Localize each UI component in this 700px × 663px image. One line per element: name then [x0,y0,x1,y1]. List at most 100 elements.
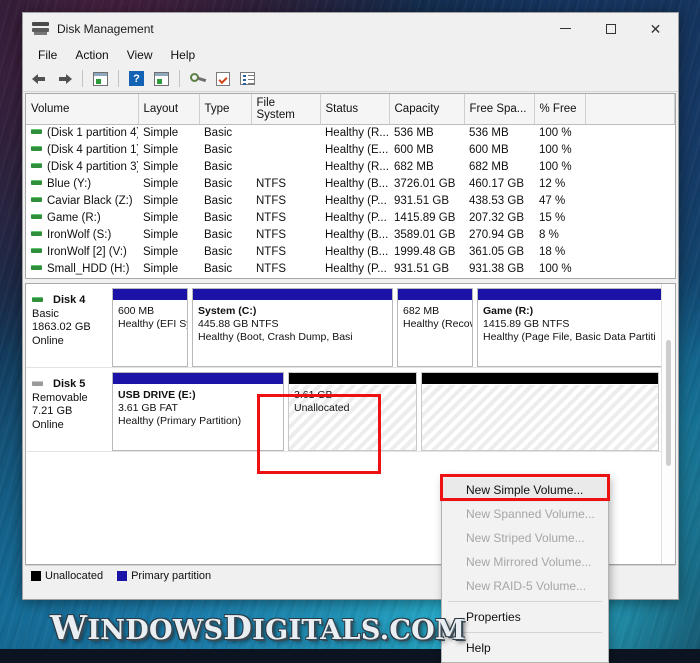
help-icon: ? [129,71,144,86]
disk-management-window: Disk Management ✕ File Action View Help … [22,12,679,663]
scrollbar-thumb[interactable] [666,340,671,466]
disk-state: Online [32,334,64,347]
menu-view[interactable]: View [118,46,162,64]
partition-size: 1415.89 GB NTFS [483,318,570,330]
unallocated-swatch-icon [31,570,41,581]
table-row[interactable]: (Disk 4 partition 3) Simple Basic Healthy (… [26,159,675,176]
cell-layout: Simple [143,263,179,275]
cell-file-system: NTFS [256,195,287,207]
table-row[interactable]: IronWolf (S:) Simple Basic NTFS Healthy (B..… [26,227,675,244]
disk-rows: Disk 4 Basic 1863.02 GB Online 600 MB Healthy… [26,284,675,452]
help-button[interactable]: ? [125,68,148,90]
partition-status: Healthy (Recov [403,318,472,330]
cell-layout: Simple [143,212,179,224]
cell-percent-free: 100 % [539,127,572,139]
cell-volume: (Disk 4 partition 3) [26,159,138,176]
forward-button[interactable] [53,68,76,90]
partition-color-bar [193,289,392,301]
cell-blank [585,142,675,159]
disk-state: Online [32,418,64,431]
table-row[interactable]: Blue (Y:) Simple Basic NTFS Healthy (B... 372… [26,176,675,193]
cell-status: Healthy (B... [325,178,389,190]
context-menu[interactable]: New Simple Volume... New Spanned Volume..… [441,475,609,663]
volume-icon [31,231,42,237]
partition-color-bar [113,289,187,301]
list-view-button[interactable] [236,68,259,90]
partition-details: 3.61 GB Unallocated [289,385,416,450]
cell-file-system: NTFS [256,229,287,241]
column-header-percent-free[interactable]: % Free [534,94,586,125]
table-row[interactable]: IronWolf [2] (V:) Simple Basic NTFS Healthy … [26,244,675,261]
back-button[interactable] [28,68,51,90]
cell-capacity: 536 MB [394,127,434,139]
rescan-disks-icon [154,71,169,86]
cell-free-space: 682 MB [469,161,509,173]
partition-block[interactable]: USB DRIVE (E:) 3.61 GB FAT Healthy (Primar… [112,372,284,451]
partition-unallocated[interactable]: 3.61 GB Unallocated [288,372,417,451]
cell-status: Healthy (P... [325,212,387,224]
disk-info[interactable]: Disk 4 Basic 1863.02 GB Online [26,288,112,367]
table-row[interactable]: (Disk 1 partition 4) Simple Basic Healthy (… [26,125,675,143]
table-row[interactable]: (Disk 4 partition 1) Simple Basic Healthy (… [26,142,675,159]
minimize-icon [560,28,571,29]
table-row[interactable]: Caviar Black (Z:) Simple Basic NTFS Healthy … [26,193,675,210]
menu-file[interactable]: File [29,46,66,64]
partition-details: Game (R:) 1415.89 GB NTFS Healthy (Page Fi… [478,301,665,366]
context-menu-item: New Spanned Volume... [466,507,595,521]
column-header-capacity[interactable]: Capacity [389,94,465,125]
cell-capacity: 1415.89 GB [394,212,456,224]
partition-block[interactable]: System (C:) 445.88 GB NTFS Healthy (Boot, … [192,288,393,367]
window-controls: ✕ [543,13,678,44]
properties-button[interactable] [211,68,234,90]
table-row[interactable]: System (C:)SimpleBasicNTFSHealthy (B...4… [26,278,675,279]
partition-block[interactable]: Game (R:) 1415.89 GB NTFS Healthy (Page Fi… [477,288,666,367]
cell-file-system [251,142,320,159]
show-hide-console-tree-button[interactable] [89,68,112,90]
column-header-type[interactable]: Type [199,94,252,125]
column-header-layout[interactable]: Layout [138,94,200,125]
context-menu-item[interactable]: Properties [442,605,608,629]
cell-volume: IronWolf (S:) [26,227,138,244]
column-header-file-system[interactable]: File System [251,94,321,125]
cell-blank [585,278,675,279]
table-row[interactable]: Game (R:) Simple Basic NTFS Healthy (P... 141… [26,210,675,227]
partition-block[interactable]: 682 MB Healthy (Recov [397,288,473,367]
graph-pane-scrollbar[interactable] [661,284,675,564]
context-menu-separator [448,601,602,602]
column-header-volume[interactable]: Volume [26,94,139,125]
context-menu-item[interactable]: New Simple Volume... [442,478,608,502]
column-header-free-space[interactable]: Free Spa... [464,94,535,125]
volume-table: Volume Layout Type File System Status Ca… [26,94,675,279]
column-header-blank[interactable] [585,94,675,125]
volume-icon [31,163,42,169]
partition-unallocated[interactable] [421,372,659,451]
context-menu-item[interactable]: Help [442,636,608,660]
cell-type: Basic [204,178,233,190]
show-hide-action-pane-button[interactable] [186,68,209,90]
partition-status: Unallocated [294,402,350,414]
table-row[interactable]: Small_HDD (H:) Simple Basic NTFS Healthy (P.… [26,261,675,278]
volume-icon [31,197,42,203]
partition-color-bar [289,373,416,385]
cell-layout: Simple [143,246,179,258]
cell-capacity: 931.51 GB [394,195,449,207]
cell-percent-free: 100 % [539,144,572,156]
partition-title: System (C:) [198,305,257,317]
close-button[interactable]: ✕ [633,13,678,44]
cell-status: Healthy (B... [325,229,389,241]
maximize-button[interactable] [588,13,633,44]
rescan-disks-button[interactable] [150,68,173,90]
cell-layout: Simple [143,229,179,241]
menu-bar: File Action View Help [23,44,678,66]
column-header-status[interactable]: Status [320,94,390,125]
partition-block[interactable]: 600 MB Healthy (EFI Sy [112,288,188,367]
cell-percent-free: 47 % [539,195,566,207]
menu-action[interactable]: Action [66,46,117,64]
partition-size: 600 MB [118,305,155,317]
minimize-button[interactable] [543,13,588,44]
volume-list-pane[interactable]: Volume Layout Type File System Status Ca… [25,93,676,279]
cell-free-space: 536 MB [469,127,509,139]
disk-info[interactable]: Disk 5 Removable 7.21 GB Online [26,372,112,451]
menu-help[interactable]: Help [162,46,205,64]
partition-size: 3.61 GB FAT [118,402,178,414]
